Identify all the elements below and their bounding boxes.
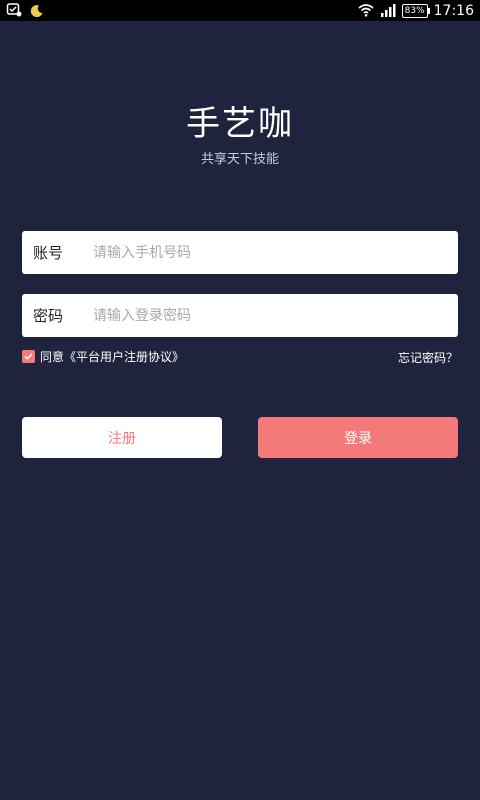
moon-icon <box>30 3 44 22</box>
status-bar: 83% 17:16 <box>0 0 480 21</box>
app-title: 手艺咖 <box>186 104 294 144</box>
signal-icon <box>380 2 396 21</box>
password-label: 密码 <box>33 307 64 325</box>
agreement-text[interactable]: 同意《平台用户注册协议》 <box>40 348 184 365</box>
app-subtitle: 共享天下技能 <box>200 152 279 167</box>
agreement-checkbox[interactable] <box>22 350 35 363</box>
account-field[interactable]: 账号 <box>22 231 458 274</box>
account-label: 账号 <box>33 244 64 262</box>
status-left-icons <box>6 2 44 22</box>
notification-icon <box>6 2 22 22</box>
wifi-icon <box>358 2 374 21</box>
password-input[interactable] <box>93 295 458 336</box>
agreement-row[interactable]: 同意《平台用户注册协议》 <box>22 348 184 365</box>
register-button[interactable]: 注册 <box>22 417 222 458</box>
account-input[interactable] <box>93 232 458 273</box>
password-field[interactable]: 密码 <box>22 294 458 337</box>
battery-indicator: 83% <box>401 4 430 18</box>
clock: 17:16 <box>433 3 474 19</box>
check-icon <box>24 353 33 360</box>
login-button[interactable]: 登录 <box>258 417 458 458</box>
forgot-password-link[interactable]: 忘记密码？ <box>398 349 458 366</box>
status-right: 83% 17:16 <box>358 1 474 21</box>
